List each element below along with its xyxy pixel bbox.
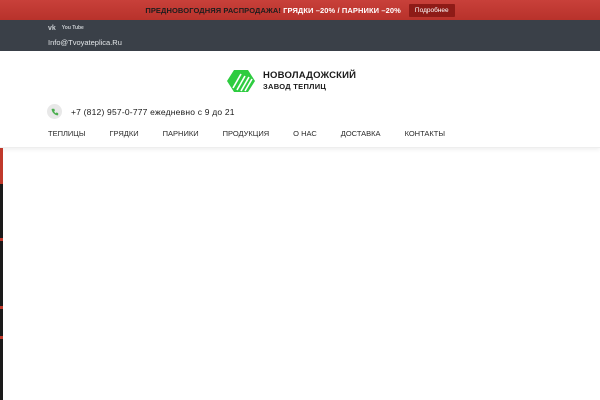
social-links: vk You Tube (48, 24, 84, 33)
phone-row: +7 (812) 957-0-777 ежедневно с 9 до 21 (47, 104, 235, 119)
logo-text: НОВОЛАДОЖСКИЙ ЗАВОД ТЕПЛИЦ (263, 70, 356, 92)
slider-edge-mark (0, 306, 3, 309)
slider-edge-accent (0, 148, 3, 184)
nav-item-kontakty[interactable]: КОНТАКТЫ (405, 129, 445, 138)
main-nav: ТЕПЛИЦЫ ГРЯДКИ ПАРНИКИ ПРОДУКЦИЯ О НАС Д… (48, 129, 445, 138)
nav-item-parniki[interactable]: ПАРНИКИ (163, 129, 199, 138)
promo-text: ПРЕДНОВОГОДНЯЯ РАСПРОДАЖА! ГРЯДКИ –20% /… (145, 6, 401, 15)
slider-edge-mark (0, 238, 3, 241)
youtube-icon[interactable]: You Tube (62, 26, 84, 31)
slider-edge-strip (0, 148, 3, 400)
vk-icon[interactable]: vk (48, 24, 56, 33)
promo-details-button[interactable]: Подробнее (408, 3, 455, 17)
logo-hexagon-icon (227, 70, 255, 92)
phone-icon[interactable] (47, 104, 62, 119)
email-link[interactable]: Info@Tvoyateplica.Ru (48, 38, 122, 47)
nav-item-gryadki[interactable]: ГРЯДКИ (109, 129, 138, 138)
phone-number[interactable]: +7 (812) 957-0-777 ежедневно с 9 до 21 (71, 107, 235, 117)
nav-item-o-nas[interactable]: О НАС (293, 129, 317, 138)
nav-item-dostavka[interactable]: ДОСТАВКА (341, 129, 381, 138)
nav-item-produktsiya[interactable]: ПРОДУКЦИЯ (223, 129, 270, 138)
logo-subtitle: ЗАВОД ТЕПЛИЦ (263, 82, 327, 91)
nav-item-teplitsy[interactable]: ТЕПЛИЦЫ (48, 129, 85, 138)
promo-text-prefix: ПРЕДНОВОГОДНЯЯ РАСПРОДАЖА! (145, 5, 281, 15)
site-logo[interactable]: НОВОЛАДОЖСКИЙ ЗАВОД ТЕПЛИЦ (227, 70, 356, 92)
logo-name: НОВОЛАДОЖСКИЙ (263, 70, 357, 81)
promo-bar: ПРЕДНОВОГОДНЯЯ РАСПРОДАЖА! ГРЯДКИ –20% /… (0, 0, 600, 20)
slider-edge-mark (0, 336, 3, 339)
promo-text-highlight: ГРЯДКИ –20% / ПАРНИКИ –20% (283, 5, 401, 15)
